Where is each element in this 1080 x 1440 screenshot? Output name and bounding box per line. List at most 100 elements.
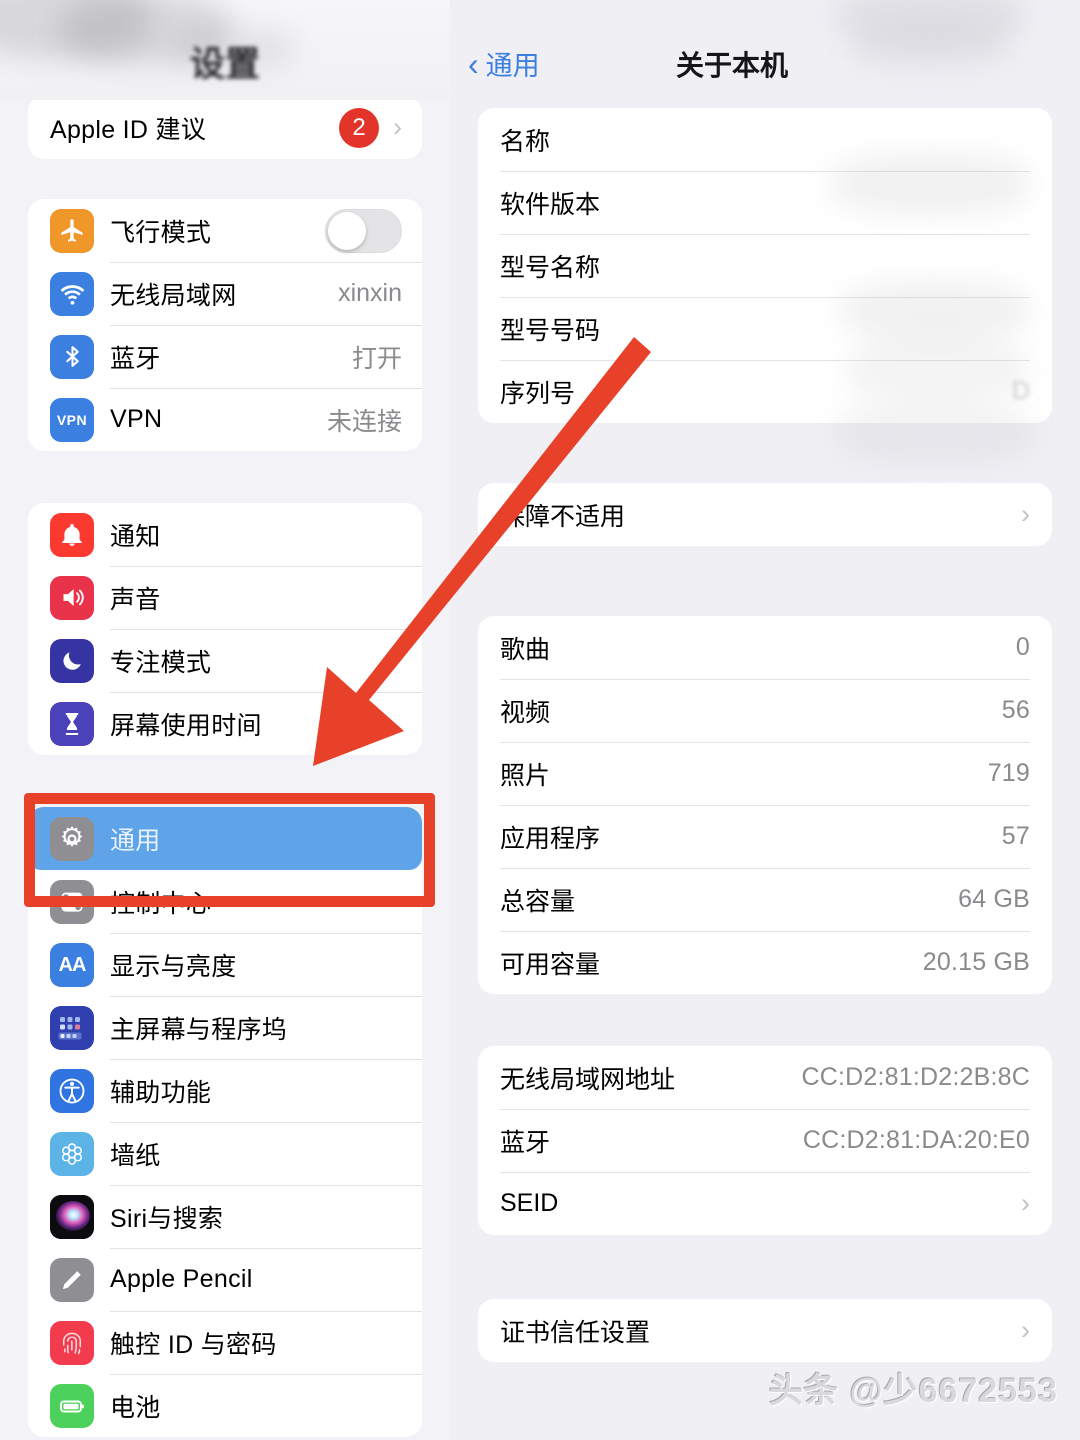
chevron-right-icon: ›: [1021, 1315, 1030, 1345]
sidebar-scroll[interactable]: Apple ID 建议 2 › 飞行模式 无线局域网 xinxin 蓝牙 打开 …: [0, 96, 450, 1440]
sidebar-item-sounds[interactable]: 声音: [28, 566, 422, 629]
ipad-settings-screen: 设置 Apple ID 建议 2 › 飞行模式 无线局域网 xinxin 蓝牙 …: [0, 0, 1080, 1440]
about-device-panel: ‹ 通用 关于本机 名称 软件版本 型号名称 型号号码 序列号 D 保障不适用 …: [450, 0, 1080, 1440]
row-model-number: 型号号码: [478, 297, 1052, 360]
sidebar-item-touch-id[interactable]: 触控 ID 与密码: [28, 1311, 422, 1374]
airplane-mode-toggle[interactable]: [325, 208, 402, 253]
sidebar-item-bluetooth[interactable]: 蓝牙 打开: [28, 325, 422, 388]
sidebar-item-vpn[interactable]: VPN VPN 未连接: [28, 388, 422, 451]
airplane-mode-label: 飞行模式: [110, 218, 212, 247]
applications-label: 应用程序: [500, 824, 601, 853]
detail-header: ‹ 通用 关于本机: [450, 0, 1080, 108]
row-certificate-trust[interactable]: 证书信任设置 ›: [478, 1299, 1052, 1362]
sidebar-item-apple-pencil[interactable]: Apple Pencil: [28, 1248, 422, 1311]
settings-sidebar: 设置 Apple ID 建议 2 › 飞行模式 无线局域网 xinxin 蓝牙 …: [0, 0, 450, 1440]
row-coverage[interactable]: 保障不适用 ›: [478, 483, 1052, 546]
fingerprint-icon: [50, 1320, 94, 1365]
songs-label: 歌曲: [500, 635, 551, 664]
sidebar-item-display[interactable]: AA 显示与亮度: [28, 933, 422, 996]
row-serial-number: 序列号 D: [478, 360, 1052, 423]
serial-number-label: 序列号: [500, 379, 576, 408]
wifi-address-label: 无线局域网地址: [500, 1065, 676, 1094]
videos-label: 视频: [500, 698, 551, 727]
notifications-label: 通知: [110, 522, 161, 551]
sidebar-item-screentime[interactable]: 屏幕使用时间: [28, 692, 422, 755]
control-center-label: 控制中心: [110, 889, 212, 918]
wifi-value: xinxin: [338, 279, 402, 307]
sidebar-item-wallpaper[interactable]: 墙纸: [28, 1122, 422, 1185]
pencil-icon: [50, 1257, 94, 1302]
row-songs: 歌曲 0: [478, 616, 1052, 679]
coverage-label: 保障不适用: [500, 502, 626, 531]
screentime-label: 屏幕使用时间: [110, 711, 262, 740]
model-name-label: 型号名称: [500, 253, 601, 282]
display-label: 显示与亮度: [110, 952, 237, 981]
siri-label: Siri与搜索: [110, 1204, 224, 1233]
focus-label: 专注模式: [110, 648, 212, 677]
bluetooth-address-value: CC:D2:81:DA:20:E0: [802, 1126, 1030, 1154]
sidebar-title: 设置: [189, 45, 260, 84]
accessibility-label: 辅助功能: [110, 1078, 212, 1107]
row-bluetooth-address: 蓝牙 CC:D2:81:DA:20:E0: [478, 1109, 1052, 1172]
connectivity-card: 飞行模式 无线局域网 xinxin 蓝牙 打开 VPN VPN 未连接: [28, 199, 422, 451]
gear-icon: [50, 816, 94, 861]
sidebar-item-accessibility[interactable]: 辅助功能: [28, 1059, 422, 1122]
device-info-card: 名称 软件版本 型号名称 型号号码 序列号 D: [478, 108, 1052, 423]
sidebar-item-wifi[interactable]: 无线局域网 xinxin: [28, 262, 422, 325]
row-name[interactable]: 名称: [478, 108, 1052, 171]
general-label: 通用: [110, 826, 161, 855]
software-version-label: 软件版本: [500, 190, 601, 219]
bluetooth-label: 蓝牙: [110, 344, 161, 373]
apple-id-card: Apple ID 建议 2 ›: [28, 96, 422, 159]
touch-id-label: 触控 ID 与密码: [110, 1330, 277, 1359]
page-title: 关于本机: [450, 44, 1080, 84]
aa-icon: AA: [50, 942, 94, 987]
chevron-right-icon: ›: [1021, 1188, 1030, 1218]
chevron-right-icon: ›: [1021, 499, 1030, 529]
sidebar-item-airplane-mode[interactable]: 飞行模式: [28, 199, 422, 262]
sidebar-item-battery[interactable]: 电池: [28, 1374, 422, 1437]
moon-icon: [50, 638, 94, 683]
wallpaper-icon: [50, 1131, 94, 1176]
bluetooth-icon: [50, 334, 94, 379]
speaker-icon: [50, 575, 94, 620]
page-title-text: 关于本机: [675, 50, 788, 81]
sounds-label: 声音: [110, 585, 161, 614]
battery-label: 电池: [110, 1393, 161, 1422]
storage-stats-card: 歌曲 0 视频 56 照片 719 应用程序 57 总容量 64 GB 可用容量…: [478, 616, 1052, 994]
vpn-value: 未连接: [326, 407, 402, 436]
total-capacity-label: 总容量: [500, 887, 576, 916]
songs-value: 0: [1015, 633, 1030, 661]
home-screen-label: 主屏幕与程序坞: [110, 1015, 288, 1044]
sidebar-item-control-center[interactable]: 控制中心: [28, 870, 422, 933]
row-videos: 视频 56: [478, 679, 1052, 742]
row-applications: 应用程序 57: [478, 805, 1052, 868]
sidebar-item-general[interactable]: 通用: [28, 807, 422, 870]
photos-value: 719: [987, 759, 1030, 787]
vpn-label: VPN: [110, 405, 163, 433]
apple-pencil-label: Apple Pencil: [110, 1265, 253, 1293]
row-seid[interactable]: SEID ›: [478, 1172, 1052, 1235]
sidebar-item-apple-id[interactable]: Apple ID 建议 2 ›: [28, 96, 422, 159]
toggles-icon: [50, 879, 94, 924]
apple-id-badge: 2: [339, 107, 379, 148]
home-grid-icon: [50, 1005, 94, 1050]
seid-label: SEID: [500, 1189, 559, 1217]
sidebar-item-home-screen[interactable]: 主屏幕与程序坞: [28, 996, 422, 1059]
sidebar-item-notifications[interactable]: 通知: [28, 503, 422, 566]
chevron-right-icon: ›: [393, 112, 402, 142]
row-wifi-address: 无线局域网地址 CC:D2:81:D2:2B:8C: [478, 1046, 1052, 1109]
sidebar-item-focus[interactable]: 专注模式: [28, 629, 422, 692]
accessibility-icon: [50, 1068, 94, 1113]
sidebar-item-siri[interactable]: Siri与搜索: [28, 1185, 422, 1248]
bluetooth-address-label: 蓝牙: [500, 1128, 551, 1157]
wallpaper-label: 墙纸: [110, 1141, 161, 1170]
bluetooth-value: 打开: [351, 344, 402, 373]
alerts-card: 通知 声音 专注模式 屏幕使用时间: [28, 503, 422, 755]
network-addresses-card: 无线局域网地址 CC:D2:81:D2:2B:8C 蓝牙 CC:D2:81:DA…: [478, 1046, 1052, 1235]
battery-icon: [50, 1383, 94, 1428]
photos-label: 照片: [500, 761, 551, 790]
bell-icon: [50, 512, 94, 557]
available-capacity-label: 可用容量: [500, 950, 601, 979]
system-card: 通用 控制中心 AA 显示与亮度 主屏幕与程序坞 辅助功能 墙纸 Siri与搜索…: [28, 807, 422, 1437]
